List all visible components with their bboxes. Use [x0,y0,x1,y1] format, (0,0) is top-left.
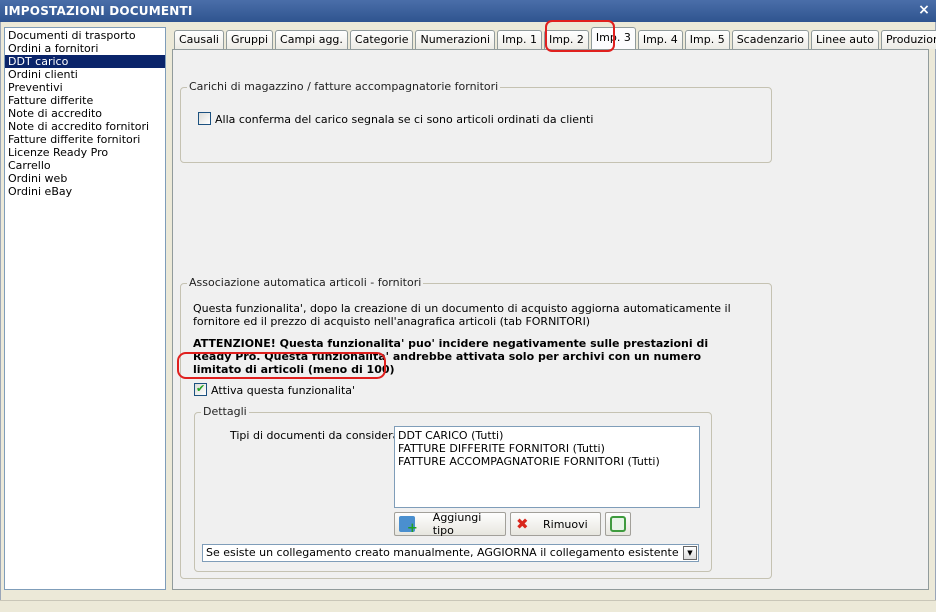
enable-feature-row[interactable]: Attiva questa funzionalita' [194,382,356,397]
document-type-item[interactable]: Ordini web [5,172,165,185]
dropdown-arrow-icon[interactable]: ▼ [683,546,697,560]
dettagli-group-title: Dettagli [201,405,249,418]
tab-produzione[interactable]: Produzione [880,30,936,49]
doc-type-row[interactable]: DDT CARICO (Tutti) [398,429,696,442]
document-type-item[interactable]: Note di accredito fornitori [5,120,165,133]
window-title: IMPOSTAZIONI DOCUMENTI [4,4,193,18]
doc-type-row[interactable]: FATTURE ACCOMPAGNATORIE FORNITORI (Tutti… [398,455,696,468]
document-type-item[interactable]: Ordini a fornitori [5,42,165,55]
document-type-item[interactable]: Licenze Ready Pro [5,146,165,159]
carichi-checkbox-row[interactable]: Alla conferma del carico segnala se ci s… [198,112,593,126]
dettagli-groupbox: Dettagli Tipi di documenti da considerar… [194,405,712,572]
tab-categorie[interactable]: Categorie [349,30,414,49]
window-body: Documenti di trasporto Ordini a fornitori… [0,20,936,612]
tab-imp-5[interactable]: Imp. 5 [684,30,730,49]
document-type-item[interactable]: Carrello [5,159,165,172]
tab-imp-4[interactable]: Imp. 4 [637,30,683,49]
document-type-item[interactable]: DDT carico [5,55,165,68]
description-line-1: Questa funzionalita', dopo la creazione … [193,302,731,315]
remove-label: Rimuovi [543,517,588,531]
remove-button[interactable]: Rimuovi [510,512,601,536]
document-type-item[interactable]: Ordini clienti [5,68,165,81]
doc-types-label: Tipi di documenti da considerare: [230,429,415,442]
associazione-description: Questa funzionalita', dopo la creazione … [193,302,731,328]
carichi-group-title: Carichi di magazzino / fatture accompagn… [187,80,501,93]
document-type-item[interactable]: Documenti di trasporto [5,29,165,42]
tab-page-imp3: Carichi di magazzino / fatture accompagn… [172,49,929,590]
document-type-list[interactable]: Documenti di trasporto Ordini a fornitori… [4,27,166,590]
tab-causali[interactable]: Causali [174,30,224,49]
document-type-item[interactable]: Fatture differite fornitori [5,133,165,146]
associazione-group-title: Associazione automatica articoli - forni… [187,276,424,289]
link-option-value: Se esiste un collegamento creato manualm… [206,546,679,559]
document-type-item[interactable]: Note di accredito [5,107,165,120]
enable-feature-highlight-ring [177,352,386,379]
active-tab-highlight-ring [545,20,615,52]
doc-type-row[interactable]: FATTURE DIFFERITE FORNITORI (Tutti) [398,442,696,455]
document-type-item[interactable]: Preventivi [5,81,165,94]
carichi-groupbox: Carichi di magazzino / fatture accompagn… [180,80,772,163]
associazione-groupbox: Associazione automatica articoli - forni… [180,276,772,579]
add-type-icon [399,516,418,536]
remove-icon [515,515,531,533]
tab-linee-auto[interactable]: Linee auto [811,30,879,49]
carichi-checkbox[interactable] [198,112,211,125]
recycle-icon [610,516,626,532]
tab-scadenzario[interactable]: Scadenzario [731,30,810,49]
tab-imp-1[interactable]: Imp. 1 [497,30,542,49]
doc-types-listbox[interactable]: DDT CARICO (Tutti) FATTURE DIFFERITE FORN… [394,426,700,508]
enable-feature-checkbox[interactable] [194,382,207,396]
warning-line-1: ATTENZIONE! Questa funzionalita' puo' in… [193,337,709,350]
link-option-select[interactable]: Se esiste un collegamento creato manualm… [202,544,699,562]
recycle-button[interactable] [605,512,631,536]
window-titlebar: IMPOSTAZIONI DOCUMENTI × [0,0,936,22]
status-strip [0,600,936,612]
document-type-item[interactable]: Ordini eBay [5,185,165,198]
tab-numerazioni[interactable]: Numerazioni [415,30,496,49]
enable-feature-label: Attiva questa funzionalita' [211,384,356,397]
add-type-label: Aggiungi tipo [432,511,482,537]
document-type-item[interactable]: Fatture differite [5,94,165,107]
tab-gruppi[interactable]: Gruppi [225,30,274,49]
add-type-button[interactable]: Aggiungi tipo [394,511,506,537]
close-icon[interactable]: × [918,2,930,18]
tab-campi-agg[interactable]: Campi agg. [275,30,348,49]
description-line-2: fornitore ed il prezzo di acquisto nell'… [193,315,591,328]
carichi-checkbox-label: Alla conferma del carico segnala se ci s… [215,113,594,126]
